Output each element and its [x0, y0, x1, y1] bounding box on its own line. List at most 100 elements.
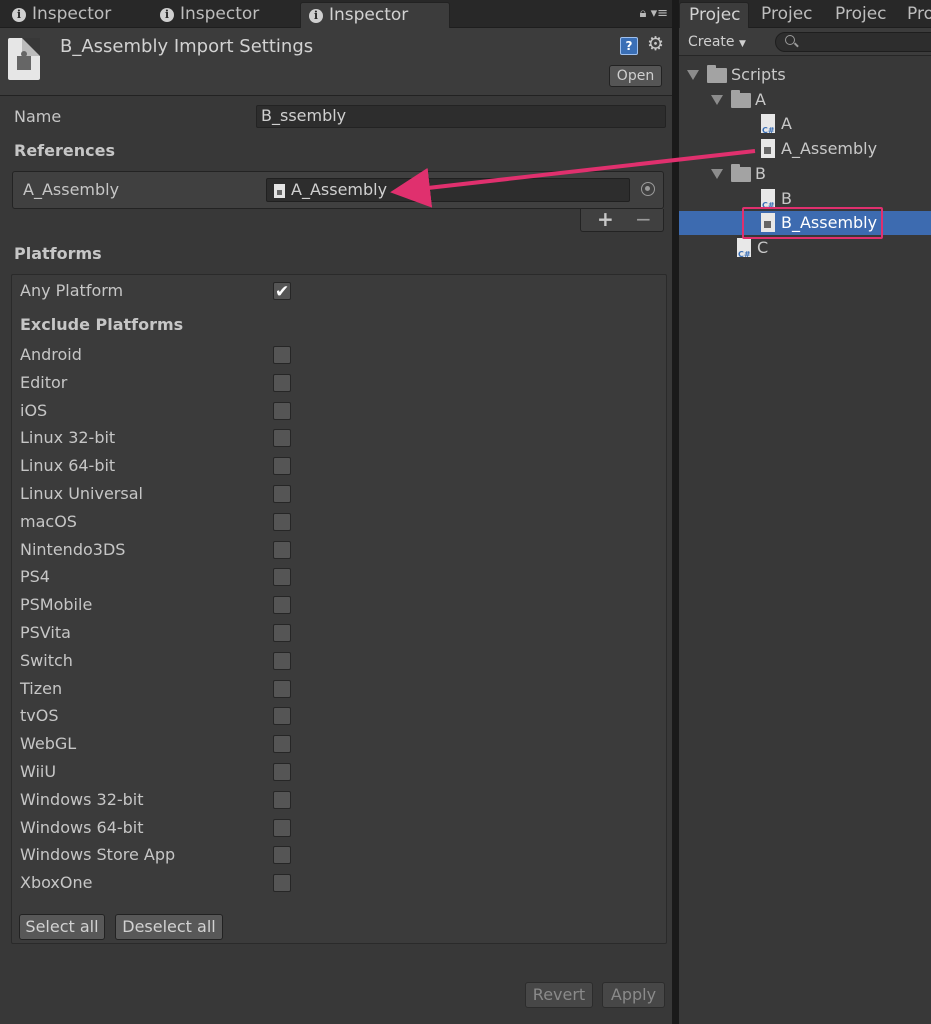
tree-item-cs[interactable]: C# A	[679, 112, 931, 136]
tree-item-label: Scripts	[731, 65, 786, 84]
tab-menu-icon[interactable]: ▾≡	[651, 6, 668, 21]
tab-tools: 🔒︎ ▾≡	[640, 6, 668, 21]
tab-inspector-1[interactable]: i Inspector	[4, 2, 111, 28]
platform-checkbox[interactable]	[273, 401, 291, 420]
project-toolbar: Create ▼	[679, 28, 931, 56]
revert-button[interactable]: Revert	[525, 982, 593, 1008]
platform-checkbox[interactable]	[273, 679, 291, 698]
platform-checkbox[interactable]	[273, 651, 291, 670]
platform-row: Linux 32-bit	[20, 426, 300, 450]
info-icon: i	[160, 8, 174, 22]
project-tab-bar: Projec Projec Projec Pro	[679, 0, 931, 28]
apply-button[interactable]: Apply	[602, 982, 665, 1008]
tree-item-label: C	[757, 237, 769, 257]
reference-label: A_Assembly	[23, 180, 120, 199]
any-platform-label: Any Platform	[20, 281, 124, 300]
tab-project-1[interactable]: Projec	[679, 2, 749, 28]
platform-checkbox[interactable]	[273, 874, 291, 893]
search-input[interactable]	[775, 32, 931, 52]
gear-icon[interactable]: ⚙	[647, 33, 664, 55]
assembly-file-icon	[761, 139, 775, 159]
tree-item-cs[interactable]: C# C	[679, 236, 931, 260]
platform-label: PSMobile	[20, 595, 93, 615]
folder-icon	[731, 89, 751, 108]
platform-row: tvOS	[20, 704, 300, 728]
tree-item-asm[interactable]: A_Assembly	[679, 137, 931, 161]
tab-label: Inspector	[180, 4, 260, 24]
deselect-all-button[interactable]: Deselect all	[115, 914, 223, 940]
select-all-button[interactable]: Select all	[19, 914, 105, 940]
platform-checkbox[interactable]	[273, 763, 291, 781]
platforms-box: Any Platform Exclude Platforms Android Ed…	[11, 274, 667, 944]
create-button[interactable]: Create ▼	[688, 31, 746, 53]
tree-item-label: B	[755, 163, 766, 183]
platform-row: Tizen	[20, 677, 300, 701]
platform-checkbox[interactable]	[273, 596, 291, 615]
add-reference-button[interactable]: +	[597, 207, 614, 231]
platform-row: WebGL	[20, 732, 300, 756]
platform-row: Windows 32-bit	[20, 788, 300, 812]
platform-row: Windows Store App	[20, 843, 300, 867]
name-input[interactable]: B_ssembly	[256, 105, 666, 128]
lock-icon[interactable]: 🔒︎	[640, 6, 647, 21]
info-icon: i	[12, 8, 26, 22]
platform-row: Windows 64-bit	[20, 816, 300, 840]
reference-object-field[interactable]: A_Assembly	[266, 178, 630, 202]
platform-label: Switch	[20, 650, 73, 670]
platform-label: Editor	[20, 372, 68, 392]
platform-checkbox[interactable]	[273, 429, 291, 448]
platform-label: iOS	[20, 400, 48, 420]
tab-inspector-3[interactable]: i Inspector	[300, 2, 450, 28]
page-title: B_Assembly Import Settings	[60, 36, 314, 57]
platform-checkbox[interactable]	[273, 540, 291, 559]
platform-checkbox[interactable]	[273, 373, 291, 392]
tree-item-label: A_Assembly	[781, 139, 878, 159]
platform-checkbox[interactable]	[273, 790, 291, 809]
platform-row: Nintendo3DS	[20, 538, 300, 562]
platform-checkbox[interactable]	[273, 735, 291, 754]
platform-checkbox[interactable]	[273, 485, 291, 503]
platform-checkbox[interactable]	[273, 624, 291, 642]
tab-label: Inspector	[32, 4, 112, 24]
platform-row: PSMobile	[20, 593, 300, 617]
references-heading: References	[14, 141, 115, 160]
platform-checkbox[interactable]	[273, 846, 291, 865]
expand-triangle-icon[interactable]	[711, 94, 723, 105]
tab-project-4[interactable]: Pro	[898, 2, 931, 28]
folder-icon	[731, 163, 751, 182]
open-button[interactable]: Open	[609, 65, 662, 87]
platform-row: XboxOne	[20, 871, 300, 895]
platform-checkbox[interactable]	[273, 457, 291, 476]
object-picker-icon[interactable]	[641, 182, 655, 196]
platform-checkbox[interactable]	[273, 346, 291, 364]
platform-label: tvOS	[20, 706, 59, 726]
panel-divider[interactable]	[672, 0, 679, 1024]
expand-triangle-icon[interactable]	[711, 168, 723, 179]
platform-label: Windows 64-bit	[20, 817, 144, 837]
expand-triangle-icon[interactable]	[687, 70, 699, 80]
platform-row: Switch	[20, 649, 300, 673]
tree-item-folder[interactable]: B	[679, 162, 931, 186]
platform-checkbox[interactable]	[273, 818, 291, 837]
help-icon[interactable]: ?	[620, 37, 638, 55]
inspector-tab-bar: i Inspector i Inspector i Inspector 🔒︎ ▾≡	[0, 0, 672, 28]
assembly-file-icon	[274, 184, 285, 198]
any-platform-checkbox[interactable]	[273, 280, 291, 304]
remove-reference-button[interactable]: −	[635, 207, 652, 231]
platform-label: Nintendo3DS	[20, 539, 126, 559]
platform-row: Editor	[20, 371, 300, 395]
platform-checkbox[interactable]	[273, 707, 291, 726]
tree-item-folder[interactable]: A	[679, 88, 931, 112]
tab-inspector-2[interactable]: i Inspector	[152, 2, 259, 28]
platform-checkbox[interactable]	[273, 512, 291, 531]
folder-icon	[707, 65, 727, 83]
tab-project-3[interactable]: Projec	[826, 2, 887, 28]
search-icon	[785, 35, 795, 45]
tab-project-2[interactable]: Projec	[752, 2, 813, 28]
reference-list: A_Assembly A_Assembly	[12, 171, 664, 209]
exclude-platforms-heading: Exclude Platforms	[20, 315, 184, 334]
tree-item-folder[interactable]: Scripts	[679, 63, 931, 87]
platform-checkbox[interactable]	[273, 568, 291, 587]
platform-label: Linux Universal	[20, 484, 143, 503]
tree-item-label: A	[781, 114, 792, 134]
